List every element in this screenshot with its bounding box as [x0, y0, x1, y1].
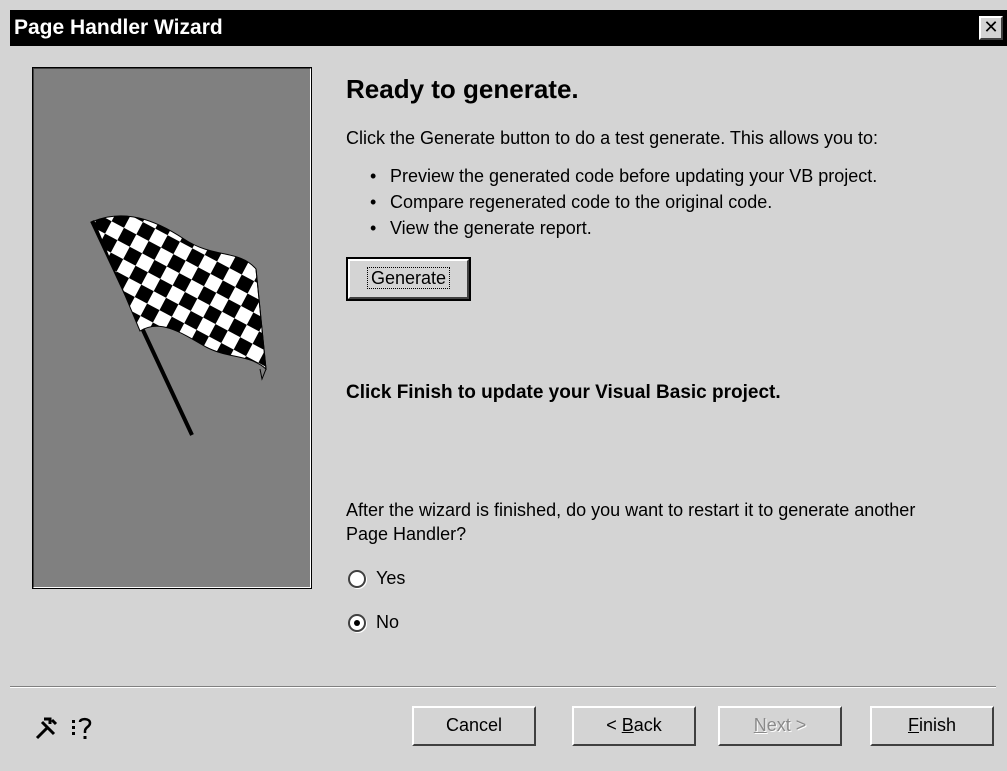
- radio-yes-label: Yes: [376, 568, 406, 588]
- list-item: Compare regenerated code to the original…: [370, 192, 877, 218]
- next-button[interactable]: Next >: [718, 706, 842, 746]
- radio-yes-circle[interactable]: [348, 569, 366, 588]
- radio-no-label: No: [376, 612, 400, 632]
- intro-text: Click the Generate button to do a test g…: [346, 128, 878, 148]
- window-title: Page Handler Wizard: [14, 16, 223, 39]
- feature-list: Preview the generated code before updati…: [370, 166, 877, 244]
- title-bar[interactable]: Page Handler Wizard ✕: [10, 10, 1007, 46]
- wizard-image-panel: [32, 67, 312, 589]
- finish-button[interactable]: Finish: [870, 706, 994, 746]
- generate-button-label: Generate: [366, 267, 451, 289]
- footer-icons: [34, 716, 96, 742]
- list-item: View the generate report.: [370, 218, 877, 244]
- radio-no-circle[interactable]: [348, 613, 366, 632]
- restart-question: After the wizard is finished, do you wan…: [346, 500, 916, 544]
- help-topic-icon[interactable]: [70, 716, 96, 742]
- footer-separator: [10, 686, 996, 688]
- back-accel: B: [621, 715, 634, 735]
- page-heading: Ready to generate.: [346, 74, 579, 104]
- radio-yes[interactable]: Yes: [348, 568, 405, 589]
- back-button[interactable]: < Back: [572, 706, 696, 746]
- finish-accel: F: [907, 715, 919, 735]
- cancel-button[interactable]: Cancel: [412, 706, 536, 746]
- back-prefix: <: [606, 715, 622, 735]
- close-button[interactable]: ✕: [979, 16, 1003, 40]
- next-rest: ext >: [766, 715, 807, 735]
- close-icon: ✕: [983, 17, 999, 37]
- finish-note: Click Finish to update your Visual Basic…: [346, 382, 781, 403]
- tools-icon[interactable]: [34, 716, 60, 742]
- back-rest: ack: [633, 715, 662, 735]
- wizard-window: Page Handler Wizard ✕ Ready to generate.…: [0, 0, 1007, 771]
- radio-no[interactable]: No: [348, 612, 399, 633]
- finish-rest: inish: [918, 715, 957, 735]
- list-item: Preview the generated code before updati…: [370, 166, 877, 192]
- checkered-flag-icon: [90, 215, 267, 436]
- generate-button[interactable]: Generate: [346, 257, 471, 301]
- next-accel: N: [753, 715, 767, 735]
